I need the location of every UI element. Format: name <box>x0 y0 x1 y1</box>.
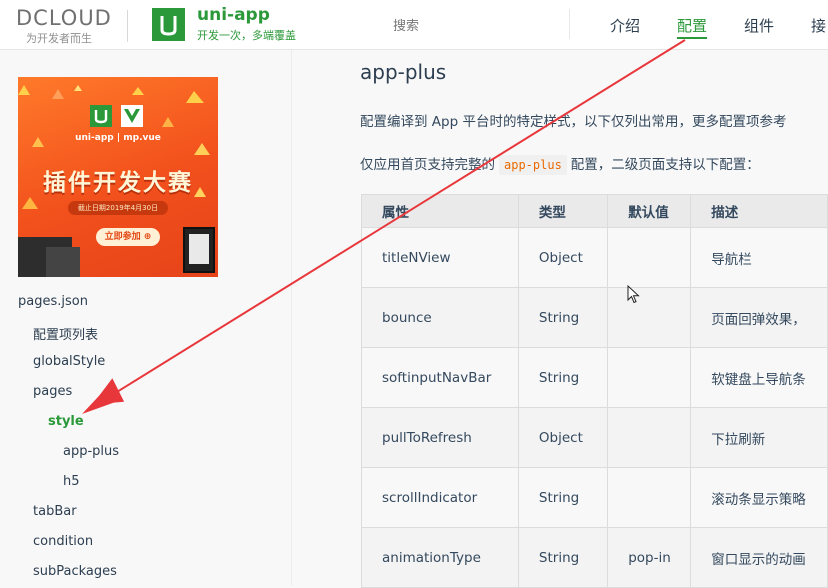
uni-app-logo[interactable] <box>152 8 185 41</box>
table-row: softinputNavBar String 软键盘上导航条 <box>361 347 828 408</box>
section-title: app-plus <box>360 60 447 84</box>
table-cell <box>607 407 692 468</box>
header-divider <box>127 10 128 42</box>
table-cell: Object <box>517 407 609 468</box>
table-cell: pullToRefresh <box>361 407 519 468</box>
table-row: animationType String pop-in 窗口显示的动画 <box>361 527 828 588</box>
nav-intro[interactable]: 介绍 <box>610 15 640 36</box>
banner-tablet-screen <box>189 234 209 264</box>
sidebar-item-global-style[interactable]: globalStyle <box>33 354 105 369</box>
table-cell: 窗口显示的动画 <box>690 527 828 588</box>
paragraph-2-suffix: 配置，二级页面支持以下配置： <box>570 157 760 173</box>
table-cell: String <box>517 287 609 348</box>
table-cell: 软键盘上导航条 <box>690 347 828 408</box>
table-cell: scrollIndicator <box>361 467 519 528</box>
style-properties-table: 属性 类型 默认值 描述 titleNView Object 导航栏 bounc… <box>361 194 828 588</box>
sidebar-item-app-plus[interactable]: app-plus <box>63 444 119 459</box>
table-row: scrollIndicator String 滚动条显示策略 <box>361 467 828 528</box>
table-cell <box>607 347 692 408</box>
table-cell: 导航栏 <box>690 227 828 288</box>
search-input[interactable]: 搜索 <box>384 9 570 39</box>
table-cell: animationType <box>361 527 519 588</box>
table-cell <box>607 227 692 288</box>
section-paragraph-1: 配置编译到 App 平台时的特定样式，以下仅列出常用，更多配置项参考 <box>360 114 787 130</box>
sidebar-item-tabbar[interactable]: tabBar <box>33 504 77 519</box>
table-cell: softinputNavBar <box>361 347 519 408</box>
nav-config[interactable]: 配置 <box>677 15 708 39</box>
table-header-cell: 默认值 <box>607 194 692 228</box>
table-cell: String <box>517 467 609 528</box>
table-cell: 下拉刷新 <box>690 407 828 468</box>
sidebar-item-condition[interactable]: condition <box>33 534 93 549</box>
banner-logo-tag: uni-app | mp.vue <box>75 133 161 143</box>
table-cell: titleNView <box>361 227 519 288</box>
sidebar-item-subpackages[interactable]: subPackages <box>33 564 117 579</box>
banner-tablet-image <box>183 227 215 273</box>
banner-vue-icon <box>121 105 143 127</box>
nav-api[interactable]: 接 <box>811 15 826 36</box>
top-header: DCLOUD 为开发者而生 uni-app 开发一次，多端覆盖 搜索 介绍 配置… <box>0 0 828 50</box>
banner-date: 截止日期2019年4月30日 <box>68 201 168 215</box>
table-cell <box>607 287 692 348</box>
table-cell: 滚动条显示策略 <box>690 467 828 528</box>
table-cell: String <box>517 527 609 588</box>
dcloud-tagline: 为开发者而生 <box>26 32 92 45</box>
nav-components[interactable]: 组件 <box>744 15 774 36</box>
banner-join-button[interactable]: 立即参加 ⊕ <box>96 228 160 246</box>
banner-laptop-image <box>46 247 80 277</box>
table-row: bounce String 页面回弹效果， <box>361 287 828 348</box>
table-header-cell: 属性 <box>361 194 519 228</box>
table-cell: bounce <box>361 287 519 348</box>
table-cell <box>607 467 692 528</box>
table-header-cell: 类型 <box>517 194 609 228</box>
inline-code: app-plus <box>499 155 567 175</box>
table-cell: Object <box>517 227 609 288</box>
dcloud-logo[interactable]: DCLOUD 为开发者而生 <box>16 6 116 46</box>
sidebar-item-config-list[interactable]: 配置项列表 <box>33 324 98 343</box>
table-header-cell: 描述 <box>690 194 828 228</box>
sidebar-item-pages[interactable]: pages <box>33 384 72 399</box>
mouse-pointer-icon <box>627 285 640 304</box>
table-cell: 页面回弹效果， <box>690 287 828 348</box>
banner-title: 插件开发大赛 <box>43 170 193 196</box>
section-paragraph-2: 仅应用首页支持完整的 app-plus 配置，二级页面支持以下配置： <box>360 153 760 175</box>
contest-banner[interactable]: uni-app | mp.vue 插件开发大赛 截止日期2019年4月30日 立… <box>18 77 218 277</box>
table-cell: pop-in <box>607 527 692 588</box>
dcloud-wordmark: DCLOUD <box>16 6 112 30</box>
paragraph-2-prefix: 仅应用首页支持完整的 <box>360 157 495 173</box>
sidebar-item-pages-json[interactable]: pages.json <box>18 294 88 309</box>
sidebar-item-h5[interactable]: h5 <box>63 474 80 489</box>
table-header-row: 属性 类型 默认值 描述 <box>361 194 828 228</box>
table-row: pullToRefresh Object 下拉刷新 <box>361 407 828 468</box>
product-name[interactable]: uni-app <box>197 5 270 25</box>
table-cell: String <box>517 347 609 408</box>
table-row: titleNView Object 导航栏 <box>361 227 828 288</box>
sidebar-item-style[interactable]: style <box>48 414 84 429</box>
product-tagline: 开发一次，多端覆盖 <box>197 29 296 42</box>
banner-uni-icon <box>90 105 112 127</box>
